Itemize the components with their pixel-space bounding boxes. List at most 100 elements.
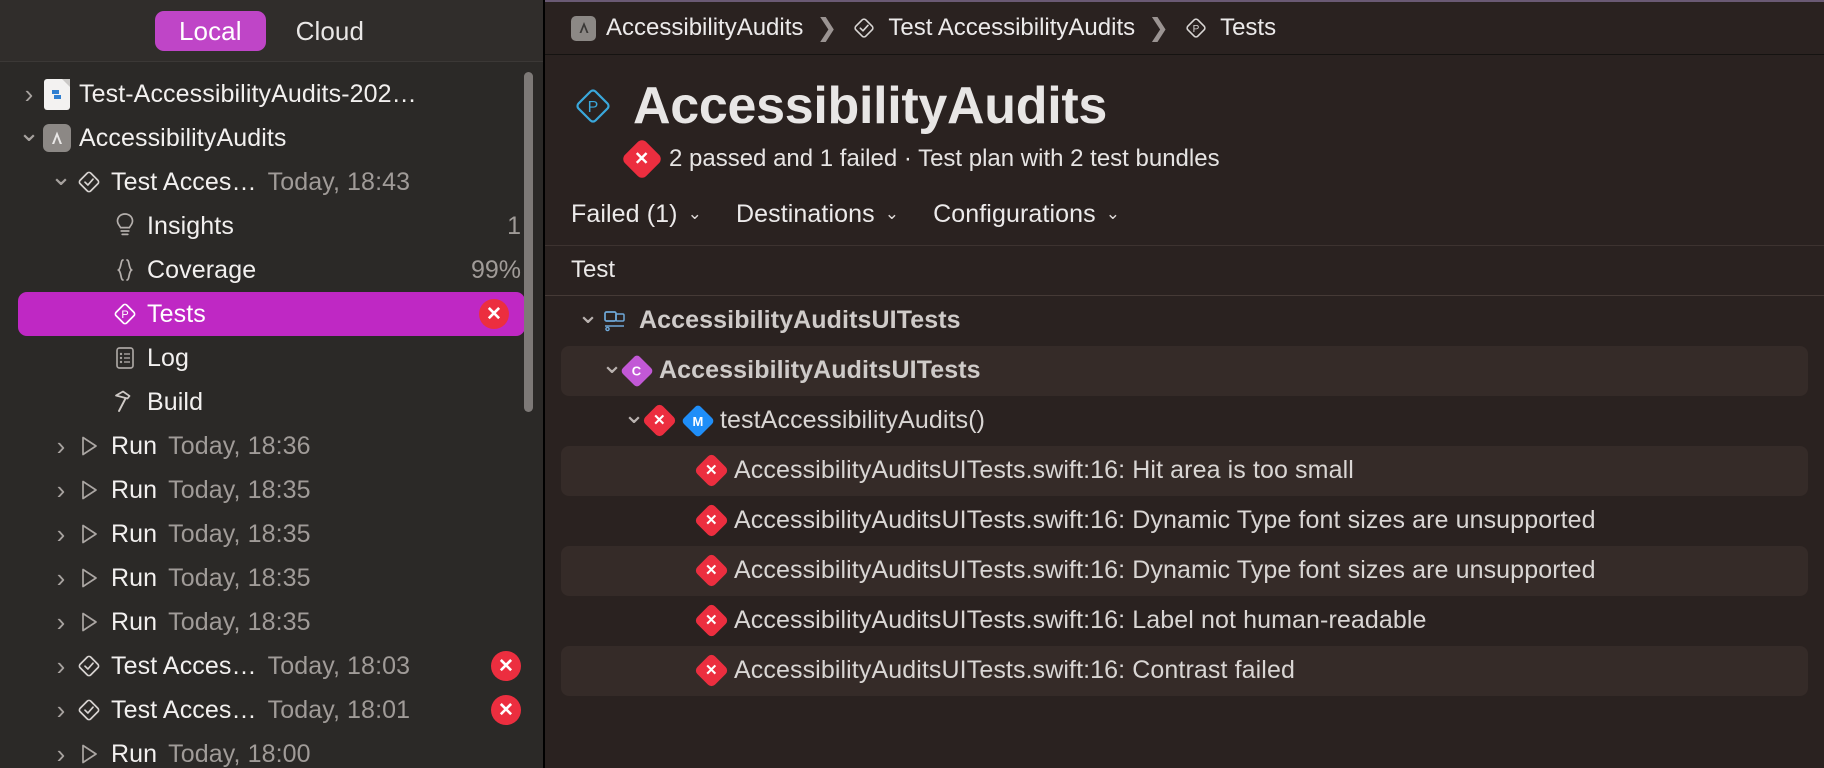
chevron-down-icon[interactable]: ⌄	[50, 163, 72, 189]
app-icon	[40, 124, 74, 152]
test-row-label: AccessibilityAuditsUITests.swift:16: Con…	[734, 656, 1295, 685]
filter-failed[interactable]: Failed (1) ⌄	[571, 200, 702, 229]
sidebar-row-label: Run	[111, 563, 158, 592]
sidebar-row[interactable]: › Run Today, 18:35	[0, 468, 543, 512]
test-failure-row[interactable]: ✕ AccessibilityAuditsUITests.swift:16: La…	[561, 596, 1808, 646]
document-icon	[40, 78, 74, 110]
sidebar-row[interactable]: Build	[0, 380, 543, 424]
sidebar-row[interactable]: › Test Acces… Today, 18:01 ✕	[0, 688, 543, 732]
breadcrumb-item-tests[interactable]: P Tests	[1182, 14, 1276, 42]
sidebar-row[interactable]: ⌄ AccessibilityAudits	[0, 116, 543, 160]
sidebar-row-label: Coverage	[147, 255, 257, 284]
log-icon	[108, 343, 142, 373]
sidebar-row[interactable]: Log	[0, 336, 543, 380]
test-row-label: AccessibilityAuditsUITests.swift:16: Dyn…	[734, 506, 1596, 535]
run-triangle-icon	[74, 739, 104, 768]
braces-icon	[112, 255, 138, 285]
test-row-label: AccessibilityAuditsUITests.swift:16: Hit…	[734, 456, 1354, 485]
chevron-right-icon[interactable]: ›	[50, 697, 72, 723]
error-icon: ✕	[693, 502, 730, 539]
chevron-placeholder	[86, 305, 108, 324]
run-triangle-icon	[72, 739, 106, 768]
error-icon: ✕	[491, 695, 521, 725]
chevron-right-icon[interactable]: ›	[50, 609, 72, 635]
test-failure-row[interactable]: ✕ AccessibilityAuditsUITests.swift:16: Hi…	[561, 445, 1808, 496]
breadcrumb-item-project[interactable]: AccessibilityAudits	[571, 14, 803, 42]
chevron-down-icon: ⌄	[1105, 204, 1121, 224]
svg-text:P: P	[1193, 24, 1200, 35]
status-summary: ✕ 2 passed and 1 failed · Test plan with…	[620, 137, 1798, 180]
test-tree-row[interactable]: ⌄ AccessibilityAuditsUITests	[561, 296, 1808, 346]
run-triangle-icon	[72, 475, 106, 505]
lightbulb-icon	[108, 211, 142, 241]
test-tree-row[interactable]: ⌄ C AccessibilityAuditsUITests	[561, 345, 1808, 396]
braces-icon	[108, 255, 142, 285]
tests-plan-icon: P	[1182, 14, 1210, 42]
test-tree-row[interactable]: ⌄ ✕ MtestAccessibilityAudits()	[561, 396, 1808, 446]
error-icon: ✕	[693, 602, 730, 639]
chevron-right-icon[interactable]: ›	[50, 477, 72, 503]
sidebar-row[interactable]: P Tests ✕	[18, 292, 525, 336]
test-results-list: ⌄ AccessibilityAuditsUITests ⌄ C Accessibili…	[545, 296, 1824, 768]
status-summary-text: 2 passed and 1 failed · Test plan with 2…	[669, 144, 1220, 172]
hammer-icon	[108, 387, 142, 417]
report-navigator-sidebar: Local Cloud › Test-AccessibilityAudits-20…	[0, 0, 545, 768]
chevron-right-icon[interactable]: ›	[50, 653, 72, 679]
sidebar-row[interactable]: › Run Today, 18:00	[0, 732, 543, 768]
chevron-right-icon[interactable]: ›	[50, 521, 72, 547]
error-icon: ✕	[693, 602, 730, 639]
sidebar-row[interactable]: Insights 1	[0, 204, 543, 248]
test-diamond-icon	[72, 651, 106, 681]
test-column-header: Test	[545, 246, 1824, 296]
sidebar-row-timestamp: Today, 18:35	[168, 519, 311, 548]
sidebar-row[interactable]: › Run Today, 18:36	[0, 424, 543, 468]
run-triangle-icon	[72, 607, 106, 637]
test-diamond-icon	[850, 14, 878, 42]
run-triangle-icon	[74, 607, 104, 637]
segment-local[interactable]: Local	[154, 10, 266, 51]
hammer-icon	[111, 387, 139, 417]
chevron-down-icon[interactable]: ⌄	[18, 119, 40, 145]
error-icon: ✕	[693, 552, 730, 589]
sidebar-row[interactable]: › Run Today, 18:35	[0, 556, 543, 600]
breadcrumb-item-test-action[interactable]: Test AccessibilityAudits	[850, 14, 1135, 42]
sidebar-row[interactable]: › Run Today, 18:35	[0, 512, 543, 556]
filter-destinations[interactable]: Destinations ⌄	[736, 200, 899, 229]
class-icon: C	[620, 353, 654, 388]
run-triangle-icon	[72, 519, 106, 549]
test-failure-row[interactable]: ✕ AccessibilityAuditsUITests.swift:16: Dy…	[561, 496, 1808, 546]
test-diamond-icon	[72, 695, 106, 725]
sidebar-row-label: Log	[147, 343, 190, 372]
chevron-right-icon[interactable]: ›	[50, 565, 72, 591]
sidebar-row[interactable]: › Test-AccessibilityAudits-202…	[0, 72, 543, 116]
error-icon: ✕	[693, 502, 730, 539]
run-triangle-icon	[72, 563, 106, 593]
svg-text:P: P	[588, 99, 599, 116]
sidebar-row-timestamp: Today, 18:35	[168, 475, 311, 504]
sidebar-scrollbar[interactable]	[524, 72, 533, 412]
chevron-down-icon[interactable]: ⌄	[621, 399, 647, 430]
tests-plan-icon: P	[110, 299, 140, 329]
filter-configurations[interactable]: Configurations ⌄	[933, 200, 1120, 229]
segment-cloud[interactable]: Cloud	[272, 11, 388, 51]
chevron-placeholder	[86, 393, 108, 412]
chevron-down-icon[interactable]: ⌄	[599, 349, 625, 380]
filter-label: Failed (1)	[571, 199, 678, 228]
chevron-right-icon[interactable]: ›	[50, 741, 72, 767]
chevron-right-icon[interactable]: ›	[50, 433, 72, 459]
sidebar-row-label: Tests	[147, 299, 206, 328]
chevron-right-icon[interactable]: ›	[18, 81, 40, 107]
breadcrumb-separator-2: ❯	[1148, 14, 1170, 42]
local-cloud-segmented-control[interactable]: Local Cloud	[0, 0, 543, 62]
chevron-down-icon[interactable]: ⌄	[575, 299, 601, 330]
test-failure-row[interactable]: ✕ AccessibilityAuditsUITests.swift:16: Dy…	[561, 545, 1808, 596]
sidebar-row[interactable]: ⌄ Test Acces… Today, 18:43	[0, 160, 543, 204]
test-failure-row[interactable]: ✕ AccessibilityAuditsUITests.swift:16: Co…	[561, 645, 1808, 696]
sidebar-row[interactable]: › Run Today, 18:35	[0, 600, 543, 644]
page-title: AccessibilityAudits	[633, 77, 1108, 135]
sidebar-row[interactable]: Coverage 99%	[0, 248, 543, 292]
sidebar-row-label: Test Acces…	[111, 695, 257, 724]
error-icon: ✕	[479, 299, 509, 329]
sidebar-row[interactable]: › Test Acces… Today, 18:03 ✕	[0, 644, 543, 688]
test-row-label: AccessibilityAuditsUITests.swift:16: Dyn…	[734, 556, 1596, 585]
